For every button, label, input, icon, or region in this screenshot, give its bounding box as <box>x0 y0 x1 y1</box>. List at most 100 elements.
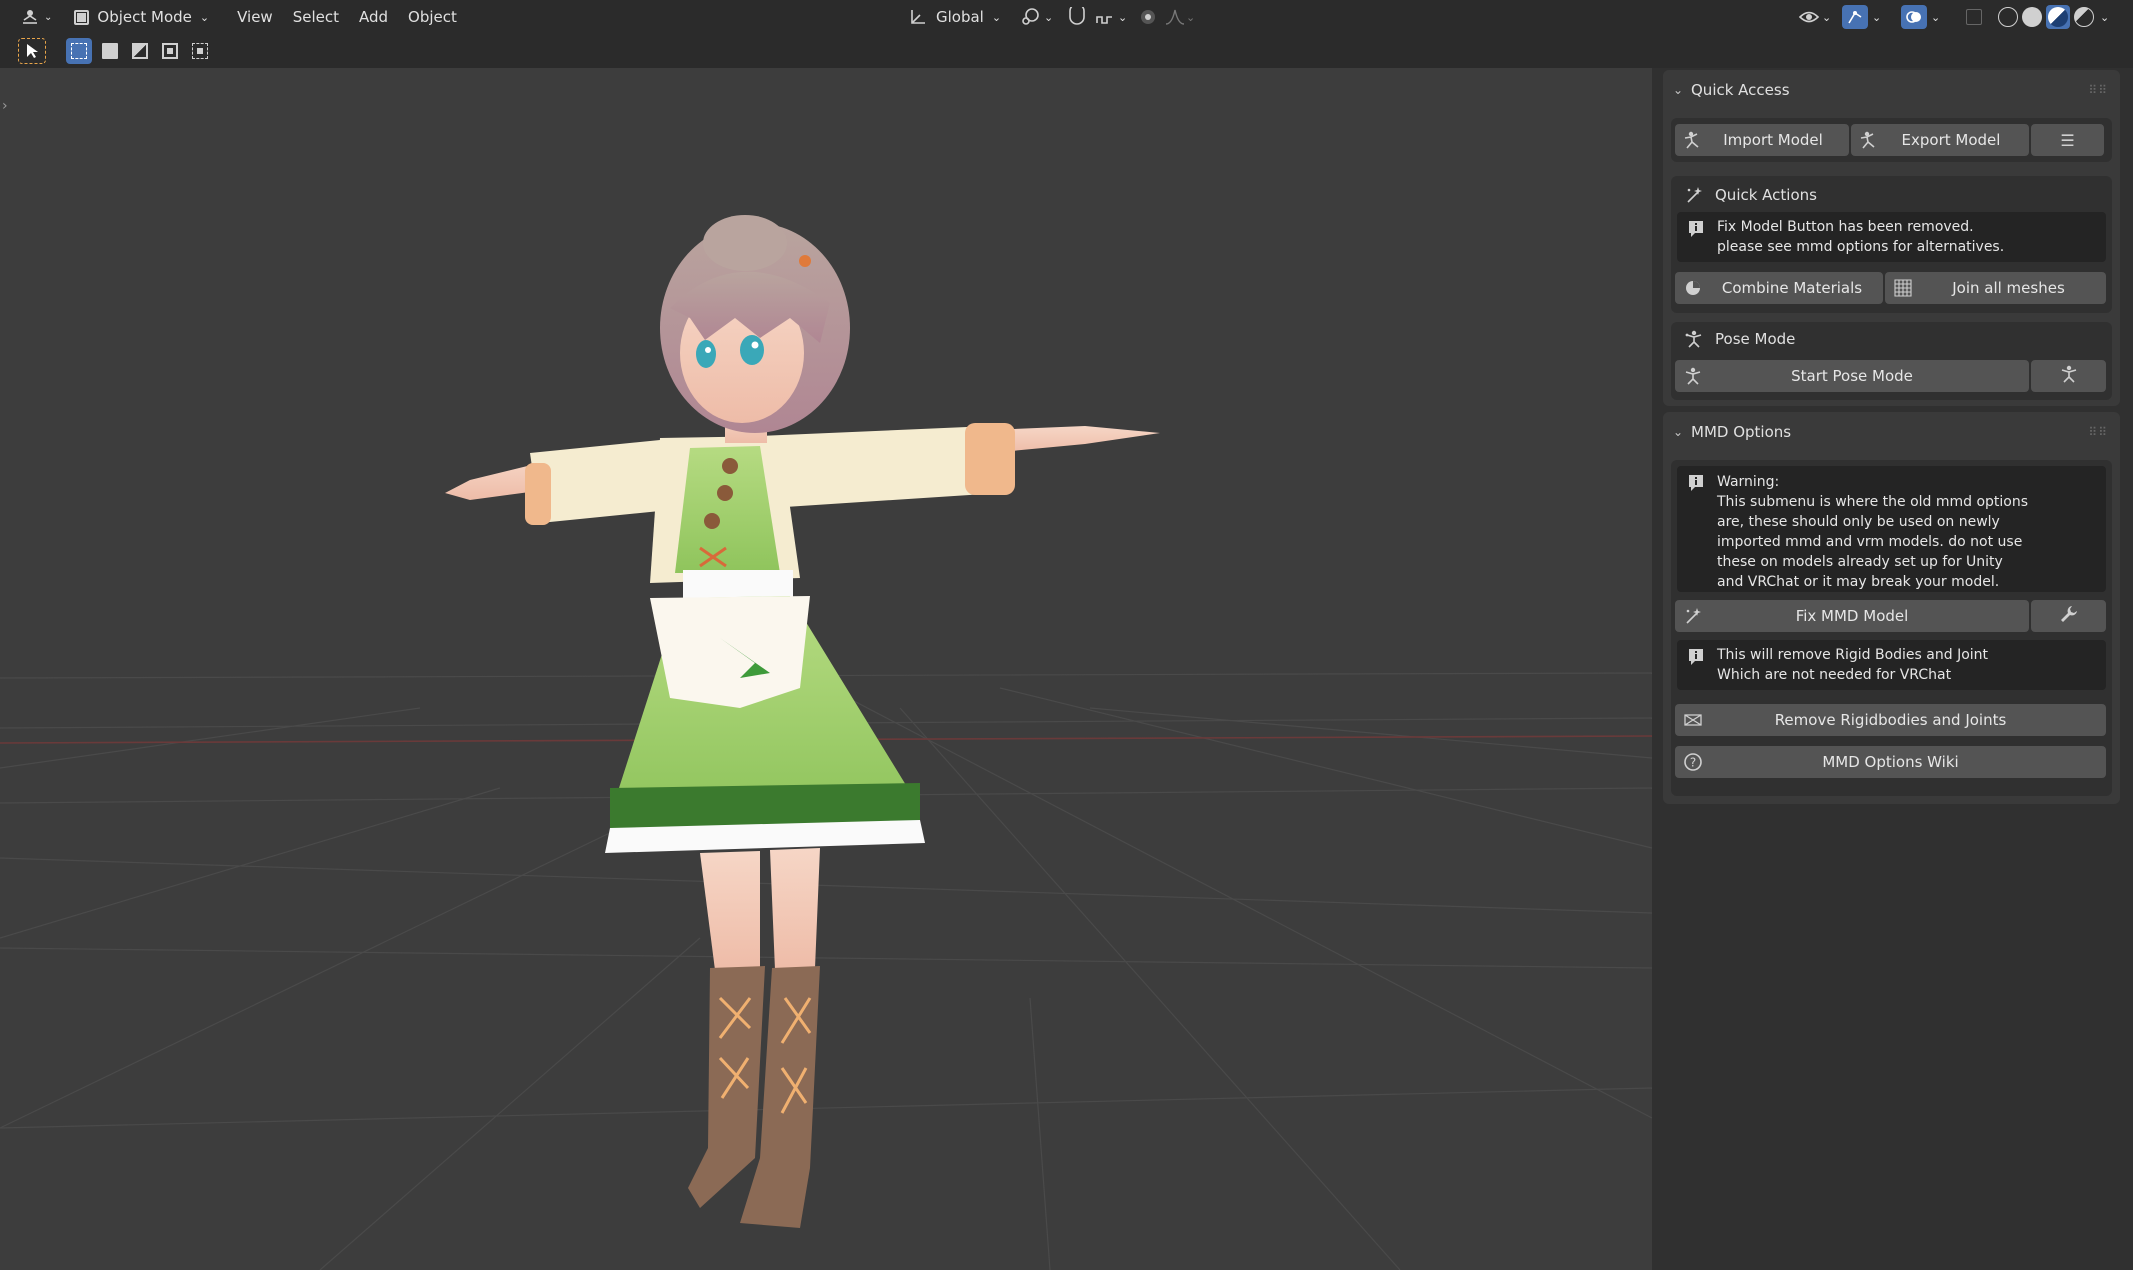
export-model-button[interactable]: Export Model <box>1851 124 2029 156</box>
select-subtract-icon <box>132 43 148 59</box>
info-line: please see mmd options for alternatives. <box>1717 239 2005 255</box>
remove-rigidbodies-button[interactable]: Remove Rigidbodies and Joints <box>1675 704 2106 736</box>
mesh-grid-icon <box>1893 278 1913 298</box>
combine-materials-button[interactable]: Combine Materials <box>1675 272 1883 304</box>
proportional-editing-button[interactable]: ⌄ <box>1130 4 1203 30</box>
mmd-options-box: Warning: This submenu is where the old m… <box>1671 460 2112 796</box>
3d-viewport[interactable]: › <box>0 68 1652 1270</box>
visibility-button[interactable]: ⌄ <box>1790 4 1839 30</box>
editor-type-button[interactable]: ⌄ <box>12 4 60 30</box>
rigidbody-icon <box>1683 710 1703 730</box>
solid-shading-icon[interactable] <box>2022 7 2042 27</box>
menu-object[interactable]: Object <box>400 4 465 30</box>
transform-orientation-selector[interactable]: Global ⌄ <box>900 4 1009 30</box>
info-line: Which are not needed for VRChat <box>1717 667 1952 683</box>
menu-select[interactable]: Select <box>285 4 347 30</box>
wireframe-shading-icon[interactable] <box>1998 7 2018 27</box>
menu-icon: ☰ <box>2060 130 2075 150</box>
pose-icon <box>1683 328 1705 350</box>
quick-access-panel: ⌄ Quick Access ⠿⠿ Import Model Export Mo… <box>1663 70 2120 406</box>
falloff-curve-icon <box>1165 9 1185 25</box>
quick-actions-heading: Quick Actions <box>1683 184 1817 206</box>
fix-mmd-model-label: Fix MMD Model <box>1795 607 1909 625</box>
join-all-meshes-button[interactable]: Join all meshes <box>1885 272 2106 304</box>
snap-button[interactable]: ⌄ <box>1058 4 1135 30</box>
info-icon <box>1689 649 1703 665</box>
info-icon <box>1689 221 1703 237</box>
chevron-down-icon: ⌄ <box>1673 83 1684 97</box>
chevron-down-icon: ⌄ <box>1186 10 1196 24</box>
magnet-icon <box>1069 7 1085 25</box>
object-mode-icon <box>74 9 90 25</box>
material-shading-icon[interactable] <box>2046 5 2070 29</box>
menu-add[interactable]: Add <box>351 4 396 30</box>
select-new-icon <box>71 43 87 59</box>
mode-selector[interactable]: Object Mode ⌄ <box>66 4 217 30</box>
overlays-button[interactable]: ⌄ <box>1893 4 1948 30</box>
chevron-down-icon: ⌄ <box>1872 10 1882 24</box>
pose-mode-title: Pose Mode <box>1715 330 1796 348</box>
warning-line: Warning: <box>1717 474 1780 490</box>
mmd-options-wiki-button[interactable]: ? MMD Options Wiki <box>1675 746 2106 778</box>
mmd-warning-info: Warning: This submenu is where the old m… <box>1677 466 2106 592</box>
select-invert-icon <box>162 43 178 59</box>
toolbar-expand-arrow[interactable]: › <box>2 98 8 114</box>
chevron-down-icon: ⌄ <box>1931 10 1941 24</box>
import-model-button[interactable]: Import Model <box>1675 124 1849 156</box>
magic-wand-icon <box>1683 606 1703 626</box>
chevron-down-icon: ⌄ <box>44 11 53 23</box>
combine-materials-label: Combine Materials <box>1721 279 1863 297</box>
chevron-down-icon: ⌄ <box>1822 10 1832 24</box>
warning-line: are, these should only be used on newly <box>1717 514 2000 530</box>
chevron-down-icon: ⌄ <box>991 10 1002 24</box>
gizmo-button[interactable]: ⌄ <box>1834 4 1889 30</box>
svg-text:?: ? <box>1690 756 1696 770</box>
chevron-down-icon[interactable]: ⌄ <box>2100 11 2109 24</box>
editor-type-icon <box>23 10 37 24</box>
rendered-shading-icon[interactable] <box>2074 7 2094 27</box>
join-all-meshes-label: Join all meshes <box>1952 279 2065 297</box>
select-mode-invert-button[interactable] <box>158 38 182 64</box>
chevron-down-icon: ⌄ <box>1044 10 1054 24</box>
mmd-options-header[interactable]: ⌄ MMD Options ⠿⠿ <box>1663 412 2120 452</box>
viewport-header: ⌄ Object Mode ⌄ View Select Add Object G… <box>0 0 2133 34</box>
select-mode-subtract-button[interactable] <box>128 38 152 64</box>
pose-icon <box>2059 364 2079 388</box>
quick-access-header[interactable]: ⌄ Quick Access ⠿⠿ <box>1663 70 2120 110</box>
export-options-button[interactable]: ☰ <box>2031 124 2104 156</box>
mode-label: Object Mode <box>97 8 192 26</box>
remove-rigidbodies-label: Remove Rigidbodies and Joints <box>1774 711 2007 729</box>
select-mode-extend-button[interactable] <box>98 38 122 64</box>
orientation-axes-icon <box>911 10 925 24</box>
select-intersect-icon <box>192 43 208 59</box>
help-icon: ? <box>1683 752 1703 772</box>
pivot-point-button[interactable]: ⌄ <box>1012 4 1061 30</box>
snap-increment-icon <box>1096 16 1112 24</box>
import-export-box: Import Model Export Model ☰ <box>1671 118 2112 162</box>
select-mode-intersect-button[interactable] <box>188 38 212 64</box>
info-icon <box>1689 475 1703 491</box>
xray-button[interactable] <box>1958 4 1990 30</box>
fix-mmd-settings-button[interactable] <box>2031 600 2106 632</box>
select-tool-button[interactable] <box>18 38 46 64</box>
chevron-down-icon: ⌄ <box>199 10 210 24</box>
material-sphere-icon <box>1683 278 1703 298</box>
warning-line: and VRChat or it may break your model. <box>1717 574 2000 590</box>
export-model-label: Export Model <box>1901 131 2001 149</box>
select-mode-new-button[interactable] <box>66 38 92 64</box>
start-pose-mode-button[interactable]: Start Pose Mode <box>1675 360 2029 392</box>
pose-mode-box: Pose Mode Start Pose Mode <box>1671 322 2112 400</box>
chevron-down-icon: ⌄ <box>1118 10 1128 24</box>
wrench-icon <box>2059 604 2079 628</box>
drag-grip-icon[interactable]: ⠿⠿ <box>2088 425 2108 439</box>
quick-actions-title: Quick Actions <box>1715 186 1817 204</box>
mmd-options-panel: ⌄ MMD Options ⠿⠿ Warning: This submenu i… <box>1663 412 2120 804</box>
drag-grip-icon[interactable]: ⠿⠿ <box>2088 83 2108 97</box>
proportional-icon <box>1141 10 1155 24</box>
pose-mode-options-button[interactable] <box>2031 360 2106 392</box>
overlays-icon <box>1901 5 1927 29</box>
armature-icon <box>1859 130 1879 150</box>
fix-mmd-model-button[interactable]: Fix MMD Model <box>1675 600 2029 632</box>
menu-view[interactable]: View <box>229 4 281 30</box>
shading-buttons: ⌄ <box>1990 4 2117 30</box>
